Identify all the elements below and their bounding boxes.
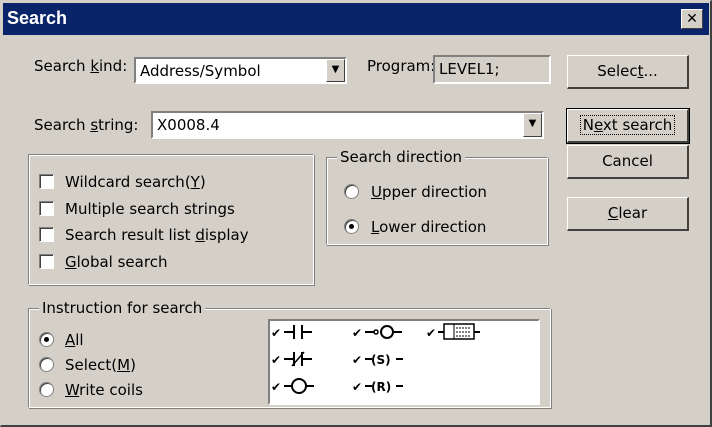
cancel-button[interactable]: Cancel <box>567 145 689 179</box>
multiple-search-strings-label[interactable]: Multiple search strings <box>65 200 235 218</box>
search-kind-combo[interactable]: Address/Symbol ▼ <box>134 57 347 84</box>
b-contact-icon[interactable]: ✔ <box>271 351 312 367</box>
lower-direction-radio[interactable] <box>344 219 359 234</box>
a-contact-icon[interactable]: ✔ <box>271 325 312 340</box>
search-string-combo[interactable]: X0008.4 ▼ <box>151 111 544 139</box>
chevron-down-icon: ▼ <box>331 64 340 75</box>
search-direction-legend: Search direction <box>337 148 466 166</box>
instruction-select-label[interactable]: Select(M) <box>65 356 136 374</box>
select-button[interactable]: Select... <box>567 55 689 89</box>
next-search-button[interactable]: Next search <box>566 108 690 144</box>
search-dialog: Search ✕ Search kind: Address/Symbol ▼ P… <box>0 0 712 427</box>
svg-text:(S): (S) <box>371 353 391 367</box>
close-button[interactable]: ✕ <box>681 9 703 29</box>
instruction-palette[interactable]: ✔ ✔ ✔ ✔ ✔ (S) ✔ ✔ (R) <box>268 319 540 405</box>
wildcard-search-label[interactable]: Wildcard search(Y) <box>65 173 206 191</box>
ladder-symbols: ✔ ✔ ✔ ✔ ✔ (S) ✔ ✔ (R) <box>271 323 480 394</box>
svg-text:✔: ✔ <box>271 380 281 394</box>
wildcard-search-checkbox[interactable] <box>39 174 54 189</box>
svg-text:✔: ✔ <box>352 380 362 394</box>
instruction-legend: Instruction for search <box>39 299 206 317</box>
global-search-label[interactable]: Global search <box>65 253 167 271</box>
search-string-dropdown-button[interactable]: ▼ <box>523 113 542 137</box>
search-string-value: X0008.4 <box>157 116 220 134</box>
search-result-list-checkbox[interactable] <box>39 227 54 242</box>
search-string-label: Search string: <box>34 116 139 134</box>
svg-text:✔: ✔ <box>271 353 281 367</box>
upper-direction-radio[interactable] <box>344 184 359 199</box>
coil-icon[interactable]: ✔ <box>271 378 314 394</box>
set-coil-icon[interactable]: ✔ (S) <box>352 353 403 367</box>
instruction-all-radio[interactable] <box>39 332 54 347</box>
function-block-icon[interactable]: ✔ <box>426 323 480 340</box>
reset-coil-icon[interactable]: ✔ (R) <box>352 380 403 394</box>
lower-direction-label[interactable]: Lower direction <box>371 218 486 236</box>
title-bar[interactable]: Search ✕ <box>3 3 709 35</box>
svg-text:(R): (R) <box>371 380 391 394</box>
instruction-all-label[interactable]: All <box>65 331 84 349</box>
svg-text:✔: ✔ <box>271 326 281 340</box>
instruction-write-coils-label[interactable]: Write coils <box>65 381 143 399</box>
window-title: Search <box>7 8 68 28</box>
search-result-list-label[interactable]: Search result list display <box>65 226 249 244</box>
multiple-search-strings-checkbox[interactable] <box>39 201 54 216</box>
close-icon: ✕ <box>686 11 698 27</box>
svg-text:✔: ✔ <box>352 353 362 367</box>
upper-direction-label[interactable]: Upper direction <box>371 183 487 201</box>
search-kind-dropdown-button[interactable]: ▼ <box>326 59 345 82</box>
instruction-write-coils-radio[interactable] <box>39 382 54 397</box>
clear-button[interactable]: Clear <box>567 197 689 231</box>
program-field: LEVEL1; <box>433 55 551 84</box>
instruction-select-radio[interactable] <box>39 357 54 372</box>
program-label: Program: <box>367 57 436 75</box>
chevron-down-icon: ▼ <box>528 118 537 129</box>
program-value: LEVEL1; <box>439 60 500 78</box>
svg-text:✔: ✔ <box>426 326 436 340</box>
negated-coil-icon[interactable]: ✔ <box>352 325 402 340</box>
search-kind-label: Search kind: <box>34 57 128 75</box>
global-search-checkbox[interactable] <box>39 254 54 269</box>
svg-text:✔: ✔ <box>352 326 362 340</box>
search-kind-value: Address/Symbol <box>140 62 261 80</box>
